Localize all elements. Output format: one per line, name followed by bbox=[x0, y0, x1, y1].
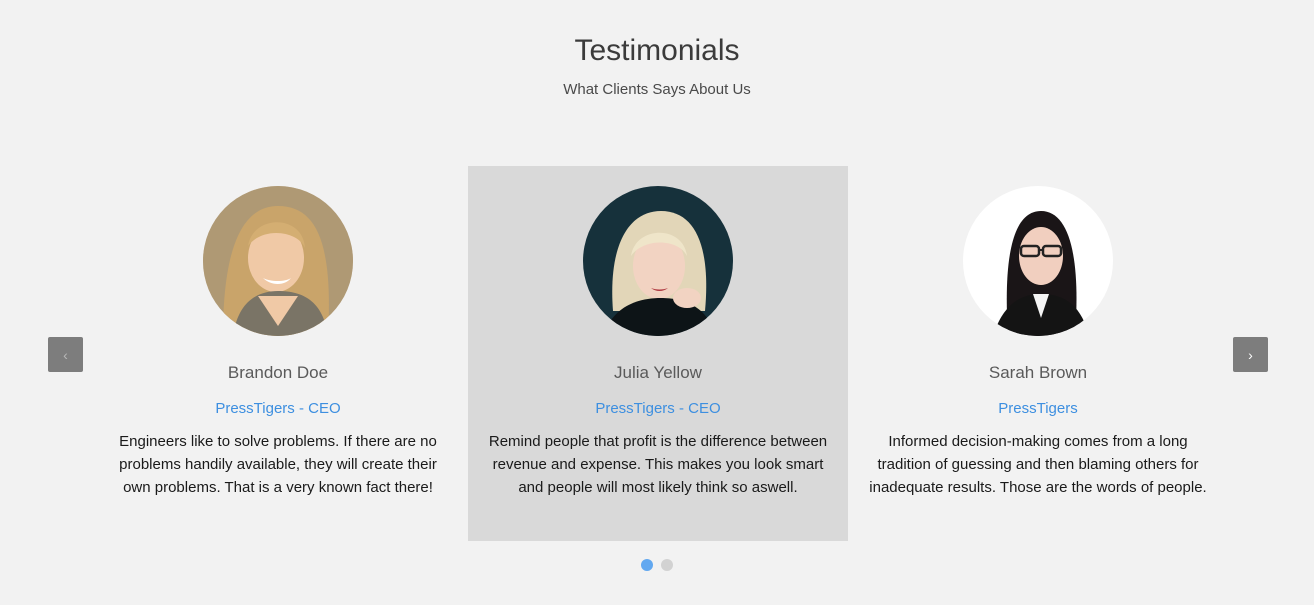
testimonial-card-active: Julia Yellow PressTigers - CEO Remind pe… bbox=[468, 166, 848, 541]
testimonial-name: Sarah Brown bbox=[988, 363, 1088, 382]
section-title: Testimonials bbox=[574, 34, 740, 67]
testimonial-name: Julia Yellow bbox=[614, 363, 702, 382]
chevron-left-icon: ‹ bbox=[63, 346, 68, 363]
avatar bbox=[583, 186, 733, 336]
carousel-prev-button[interactable]: ‹ bbox=[48, 337, 83, 372]
avatar bbox=[963, 186, 1113, 336]
chevron-right-icon: › bbox=[1248, 346, 1253, 363]
testimonials-section: Testimonials What Clients Says About Us … bbox=[0, 0, 1314, 605]
pagination-dot-2[interactable] bbox=[661, 559, 673, 571]
testimonial-quote: Engineers like to solve problems. If the… bbox=[119, 433, 437, 496]
testimonial-role: PressTigers - CEO bbox=[595, 400, 721, 417]
carousel-pagination bbox=[0, 559, 1314, 571]
carousel-next-button[interactable]: › bbox=[1233, 337, 1268, 372]
testimonial-role: PressTigers - CEO bbox=[215, 400, 341, 417]
testimonial-card: Sarah Brown PressTigers Informed decisio… bbox=[848, 166, 1228, 541]
testimonial-card: Brandon Doe PressTigers - CEO Engineers … bbox=[88, 166, 468, 541]
testimonial-quote: Informed decision-making comes from a lo… bbox=[869, 433, 1207, 496]
testimonial-name: Brandon Doe bbox=[227, 363, 329, 382]
section-subtitle: What Clients Says About Us bbox=[563, 81, 751, 98]
avatar bbox=[203, 186, 353, 336]
testimonial-quote: Remind people that profit is the differe… bbox=[488, 433, 828, 496]
pagination-dot-1[interactable] bbox=[641, 559, 653, 571]
testimonial-role: PressTigers bbox=[998, 400, 1078, 417]
